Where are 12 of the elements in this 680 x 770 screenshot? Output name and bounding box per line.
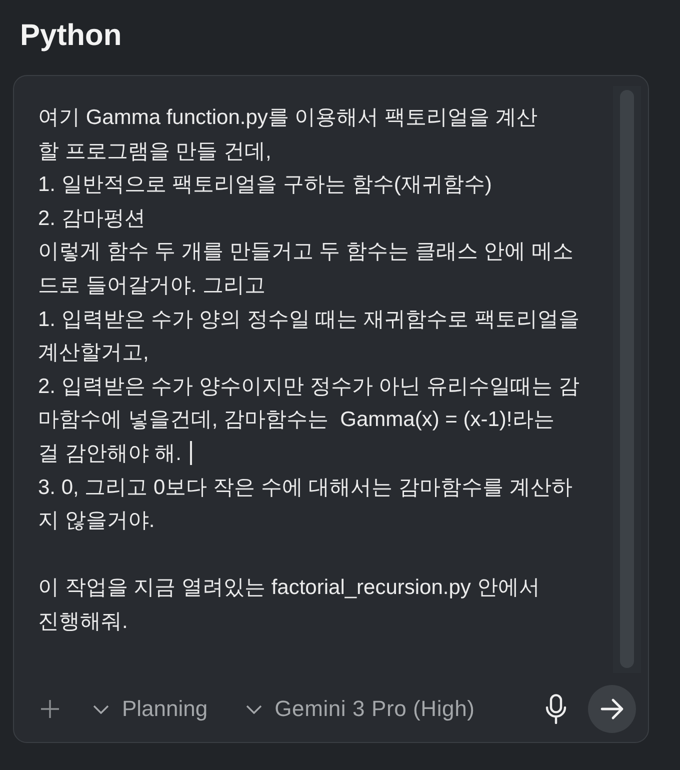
plus-icon <box>40 699 60 719</box>
add-button[interactable] <box>40 699 60 719</box>
microphone-button[interactable] <box>545 694 567 724</box>
prompt-input-field[interactable]: 여기 Gamma function.py를 이용해서 팩토리얼을 계산 할 프로그램을 만들 건데, 1. 일반적으로 팩토리얼을 구하는 함수(재귀함수) 2. 감마펑션 이렇게 함수 두 개를 만들거고 두 함수는 클래스 안에 메소 드로 들어갈거야. 그리고 1. 입력받은 수가 양의 정수일 때는 재귀함수로 팩토리얼을 계산할거고, 2. 입력받은 수가 양수이지만 정수가 아닌 유리수일때는 감 마함수에 넣을건데, 감마함수는 Gamma(x) = (x-1)!라는 걸 감안해야 해. 3. 0, 그리고 0보다 작은 수에 대해서는 감마함수를 계산하 지 않을거야. 이 작업을 지금 열려있는 factorial_recursion.py 안에서 진행해줘. <box>14 76 613 685</box>
microphone-icon <box>545 694 567 724</box>
arrow-right-icon <box>600 698 624 720</box>
model-dropdown[interactable]: Gemini 3 Pro (High) <box>246 696 475 722</box>
page-title: Python <box>20 18 122 54</box>
send-button[interactable] <box>588 685 636 733</box>
chevron-down-icon <box>246 704 262 714</box>
mode-dropdown[interactable]: Planning <box>93 696 208 722</box>
chevron-down-icon <box>93 704 109 714</box>
